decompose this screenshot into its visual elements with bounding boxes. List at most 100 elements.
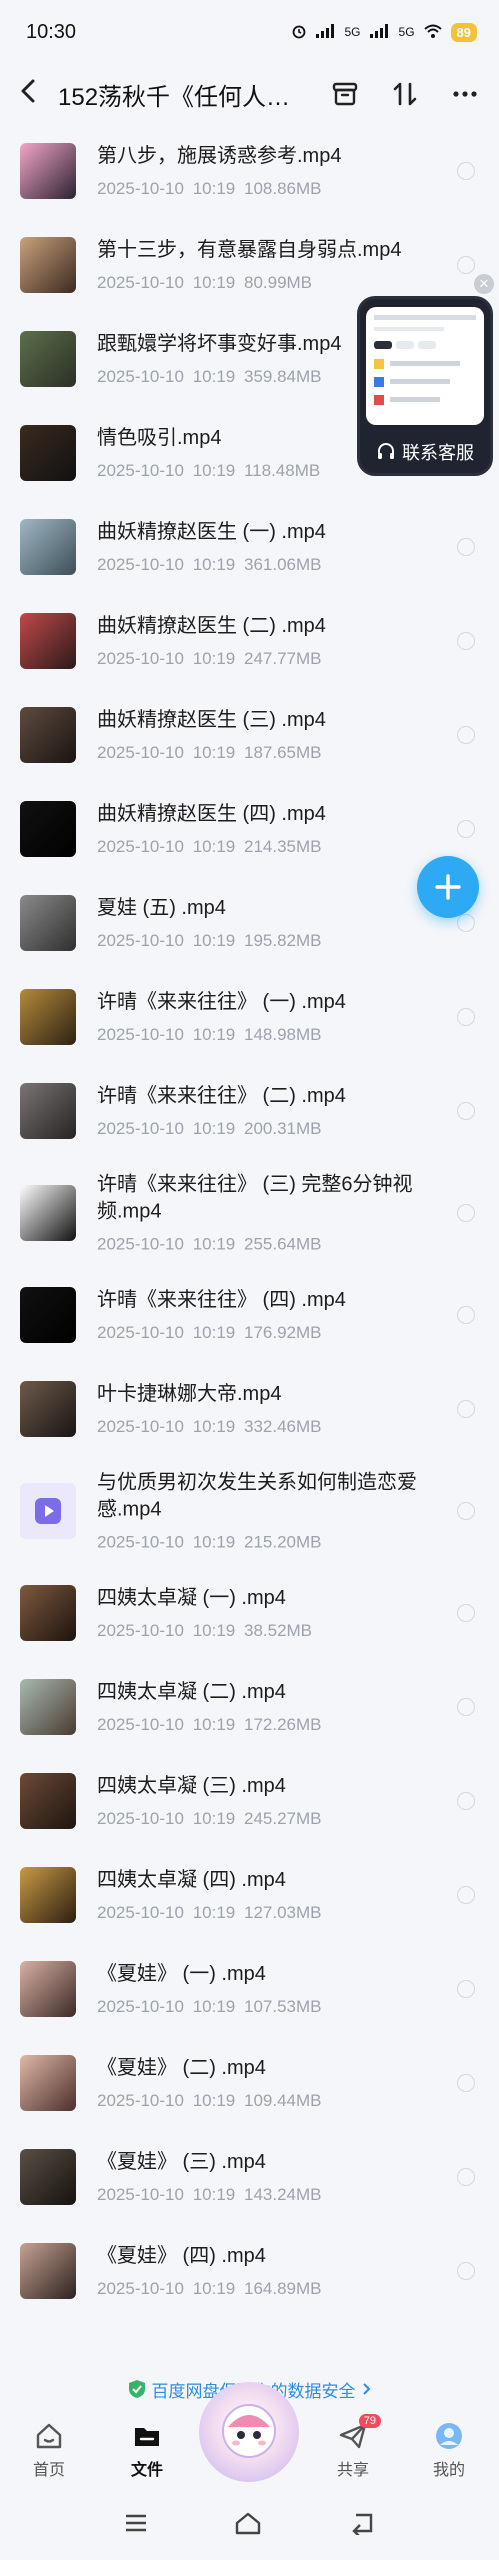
file-date: 2025-10-10	[97, 461, 184, 480]
service-close-button[interactable]: ✕	[474, 274, 494, 294]
file-time: 10:19	[192, 1621, 236, 1640]
share-badge: 79	[358, 2414, 381, 2428]
file-row[interactable]: 四姨太卓凝 (四) .mp4 2025-10-10 10:19 127.03MB	[0, 1848, 499, 1942]
file-meta: 2025-10-10 10:19 214.35MB	[97, 837, 427, 857]
sort-button[interactable]	[389, 78, 421, 110]
file-meta: 2025-10-10 10:19 38.52MB	[97, 1621, 427, 1641]
file-meta: 2025-10-10 10:19 127.03MB	[97, 1903, 427, 1923]
tab-home[interactable]: 首页	[14, 2420, 84, 2480]
select-checkbox[interactable]	[457, 1980, 475, 1998]
home-nav-icon[interactable]	[234, 2511, 262, 2540]
video-thumbnail	[20, 1679, 76, 1735]
select-checkbox[interactable]	[457, 1886, 475, 1904]
video-thumbnail	[20, 613, 76, 669]
file-row[interactable]: 四姨太卓凝 (一) .mp4 2025-10-10 10:19 38.52MB	[0, 1566, 499, 1660]
file-date: 2025-10-10	[97, 1323, 184, 1342]
select-checkbox[interactable]	[457, 1204, 475, 1222]
select-checkbox[interactable]	[457, 2262, 475, 2280]
file-info: 曲妖精撩赵医生 (一) .mp4 2025-10-10 10:19 361.06M…	[97, 519, 427, 575]
file-size: 118.48MB	[243, 461, 321, 480]
video-thumbnail	[20, 1773, 76, 1829]
select-checkbox[interactable]	[457, 1306, 475, 1324]
back-nav-icon[interactable]	[348, 2511, 376, 2540]
video-thumbnail	[20, 1287, 76, 1343]
file-name: 四姨太卓凝 (三) .mp4	[97, 1775, 286, 1797]
video-thumbnail	[20, 1961, 76, 2017]
file-row[interactable]: 第八步，施展诱惑参考.mp4 2025-10-10 10:19 108.86MB	[0, 124, 499, 218]
file-time: 10:19	[192, 1025, 236, 1044]
back-button[interactable]	[18, 78, 48, 111]
select-checkbox[interactable]	[457, 632, 475, 650]
file-name: 四姨太卓凝 (二) .mp4	[97, 1681, 286, 1703]
video-thumbnail	[20, 331, 76, 387]
file-row[interactable]: 叶卡捷琳娜大帝.mp4 2025-10-10 10:19 332.46MB	[0, 1362, 499, 1456]
file-date: 2025-10-10	[97, 743, 184, 762]
tab-share[interactable]: 79 共享	[318, 2414, 388, 2480]
file-row[interactable]: 曲妖精撩赵医生 (四) .mp4 2025-10-10 10:19 214.35M…	[0, 782, 499, 876]
file-name: 《夏娃》 (二) .mp4	[97, 2057, 266, 2079]
select-checkbox[interactable]	[457, 820, 475, 838]
file-row[interactable]: 《夏娃》 (一) .mp4 2025-10-10 10:19 107.53MB	[0, 1942, 499, 2036]
file-time: 10:19	[192, 1809, 236, 1828]
file-row[interactable]: 许晴《来来往往》 (二) .mp4 2025-10-10 10:19 200.31…	[0, 1064, 499, 1158]
file-row[interactable]: 《夏娃》 (二) .mp4 2025-10-10 10:19 109.44MB	[0, 2036, 499, 2130]
select-checkbox[interactable]	[457, 2074, 475, 2092]
file-info: 许晴《来来往往》 (四) .mp4 2025-10-10 10:19 176.92…	[97, 1287, 427, 1343]
select-checkbox[interactable]	[457, 162, 475, 180]
select-checkbox[interactable]	[457, 1400, 475, 1418]
select-checkbox[interactable]	[457, 1008, 475, 1026]
archive-button[interactable]	[329, 78, 361, 110]
file-row[interactable]: 许晴《来来往往》 (一) .mp4 2025-10-10 10:19 148.98…	[0, 970, 499, 1064]
file-time: 10:19	[192, 649, 236, 668]
select-checkbox[interactable]	[457, 1102, 475, 1120]
select-checkbox[interactable]	[457, 1698, 475, 1716]
select-checkbox[interactable]	[457, 2168, 475, 2186]
tab-profile[interactable]: 我的	[414, 2420, 484, 2480]
tab-label: 文件	[130, 2462, 163, 2479]
file-info: 叶卡捷琳娜大帝.mp4 2025-10-10 10:19 332.46MB	[97, 1381, 427, 1437]
add-button[interactable]	[417, 856, 479, 918]
customer-service-card[interactable]: 联系客服	[357, 296, 493, 476]
menu-icon[interactable]	[123, 2512, 149, 2539]
file-row[interactable]: 曲妖精撩赵医生 (三) .mp4 2025-10-10 10:19 187.65M…	[0, 688, 499, 782]
file-row[interactable]: 《夏娃》 (三) .mp4 2025-10-10 10:19 143.24MB	[0, 2130, 499, 2224]
file-meta: 2025-10-10 10:19 187.65MB	[97, 743, 427, 763]
close-icon: ✕	[478, 276, 490, 291]
file-time: 10:19	[192, 273, 236, 292]
profile-icon	[433, 2420, 465, 2452]
video-file-icon	[20, 1483, 76, 1539]
file-row[interactable]: 曲妖精撩赵医生 (一) .mp4 2025-10-10 10:19 361.06M…	[0, 500, 499, 594]
page-title: 152荡秋千《任何人…	[58, 83, 291, 111]
file-row[interactable]: 许晴《来来往往》 (四) .mp4 2025-10-10 10:19 176.92…	[0, 1268, 499, 1362]
select-checkbox[interactable]	[457, 1604, 475, 1622]
file-meta: 2025-10-10 10:19 195.82MB	[97, 931, 427, 951]
select-checkbox[interactable]	[457, 538, 475, 556]
select-checkbox[interactable]	[457, 726, 475, 744]
file-size: 108.86MB	[243, 179, 322, 198]
file-row[interactable]: 《夏娃》 (四) .mp4 2025-10-10 10:19 164.89MB	[0, 2224, 499, 2318]
file-size: 255.64MB	[243, 1234, 322, 1254]
select-checkbox[interactable]	[457, 1792, 475, 1810]
more-button[interactable]	[449, 78, 481, 110]
file-row[interactable]: 四姨太卓凝 (三) .mp4 2025-10-10 10:19 245.27MB	[0, 1754, 499, 1848]
mascot-button[interactable]	[199, 2382, 299, 2482]
file-row[interactable]: 曲妖精撩赵医生 (二) .mp4 2025-10-10 10:19 247.77M…	[0, 594, 499, 688]
video-thumbnail	[20, 2243, 76, 2299]
bottom-tab-bar: 首页 文件 79 共享 我的	[0, 2382, 499, 2490]
file-row[interactable]: 许晴《来来往往》 (三) 完整6分钟视频.mp4 2025-10-10 10:19…	[0, 1158, 499, 1268]
tab-files[interactable]: 文件	[112, 2420, 182, 2480]
video-thumbnail	[20, 2149, 76, 2205]
file-meta: 2025-10-10 10:19 80.99MB	[97, 273, 427, 293]
file-meta: 2025-10-10 10:19 176.92MB	[97, 1323, 427, 1343]
select-checkbox[interactable]	[457, 256, 475, 274]
file-time: 10:19	[192, 2185, 236, 2204]
file-size: 214.35MB	[243, 837, 322, 856]
tab-label: 共享	[336, 2462, 369, 2479]
file-time: 10:19	[192, 1234, 236, 1254]
file-date: 2025-10-10	[97, 1997, 184, 2016]
file-row[interactable]: 与优质男初次发生关系如何制造恋爱感.mp4 2025-10-10 10:19 21…	[0, 1456, 499, 1566]
select-checkbox[interactable]	[457, 1502, 475, 1520]
file-meta: 2025-10-10 10:19 332.46MB	[97, 1417, 427, 1437]
select-checkbox[interactable]	[457, 914, 475, 932]
file-row[interactable]: 四姨太卓凝 (二) .mp4 2025-10-10 10:19 172.26MB	[0, 1660, 499, 1754]
